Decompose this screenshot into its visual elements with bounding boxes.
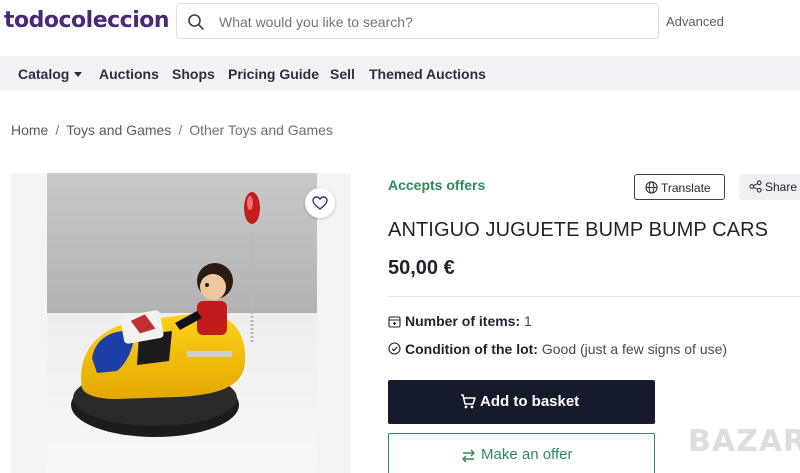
items-label: Number of items: bbox=[405, 313, 521, 329]
condition-value: Good (just a few signs of use) bbox=[541, 341, 728, 357]
translate-label: Translate bbox=[661, 181, 711, 195]
swap-arrows-icon bbox=[462, 449, 475, 463]
make-offer-button[interactable]: Make an offer bbox=[388, 433, 655, 473]
make-offer-label: Make an offer bbox=[481, 446, 573, 463]
site-header: todocoleccion Advanced bbox=[0, 0, 800, 42]
product-image-panel bbox=[11, 173, 351, 473]
breadcrumb-toys-and-games[interactable]: Toys and Games bbox=[66, 122, 171, 138]
condition-label: Condition of the lot: bbox=[405, 341, 538, 357]
advanced-search-link[interactable]: Advanced bbox=[666, 14, 724, 29]
breadcrumb-separator: / bbox=[55, 122, 60, 138]
breadcrumb-current[interactable]: Other Toys and Games bbox=[189, 122, 333, 138]
favorite-button[interactable] bbox=[305, 188, 335, 218]
breadcrumb-home[interactable]: Home bbox=[11, 122, 48, 138]
nav-sell[interactable]: Sell bbox=[330, 66, 355, 82]
bumper-car-photo bbox=[47, 173, 317, 473]
product-price: 50,00 € bbox=[388, 257, 455, 279]
product-photo[interactable] bbox=[47, 173, 317, 473]
translate-button[interactable]: Translate bbox=[634, 174, 725, 200]
cart-icon bbox=[461, 394, 476, 409]
divider bbox=[388, 296, 800, 297]
items-value: 1 bbox=[524, 313, 532, 329]
share-button[interactable]: Share bbox=[739, 174, 800, 200]
product-title: ANTIGUO JUGUETE BUMP BUMP CARS bbox=[388, 219, 769, 241]
add-to-basket-button[interactable]: Add to basket bbox=[388, 380, 655, 424]
heart-icon bbox=[312, 196, 328, 210]
main-nav: Catalog Auctions Shops Pricing Guide Sel… bbox=[0, 56, 800, 91]
bazar-watermark: BAZAR bbox=[688, 424, 800, 459]
check-circle-icon bbox=[388, 342, 401, 355]
nav-themed-auctions[interactable]: Themed Auctions bbox=[369, 66, 486, 82]
nav-pricing-guide[interactable]: Pricing Guide bbox=[228, 66, 319, 82]
nav-auctions[interactable]: Auctions bbox=[99, 66, 159, 82]
breadcrumb-separator: / bbox=[178, 122, 183, 138]
search-box[interactable] bbox=[176, 3, 659, 39]
share-label: Share bbox=[765, 180, 798, 194]
accepts-offers-label: Accepts offers bbox=[388, 177, 486, 193]
search-icon[interactable] bbox=[187, 13, 205, 31]
nav-shops[interactable]: Shops bbox=[172, 66, 215, 82]
nav-catalog[interactable]: Catalog bbox=[18, 66, 83, 82]
globe-icon bbox=[645, 181, 658, 194]
nav-label: Catalog bbox=[18, 66, 70, 82]
add-to-basket-label: Add to basket bbox=[480, 393, 580, 410]
breadcrumb: Home / Toys and Games / Other Toys and Games bbox=[11, 122, 333, 138]
caret-down-icon bbox=[74, 72, 83, 77]
search-input[interactable] bbox=[219, 11, 639, 33]
box-icon bbox=[388, 316, 401, 328]
share-icon bbox=[749, 180, 762, 193]
site-logo[interactable]: todocoleccion bbox=[4, 8, 170, 33]
